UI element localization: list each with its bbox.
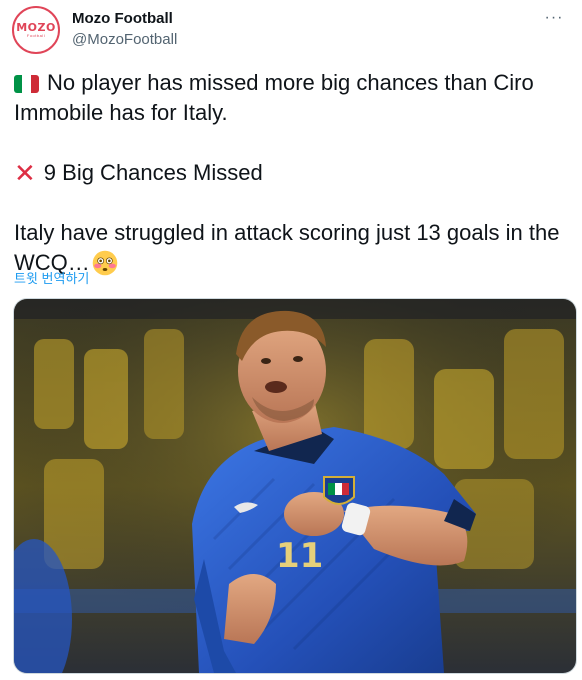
tweet-text: No player has missed more big chances th… [14,68,570,278]
avatar[interactable]: MOZO Football [12,6,60,54]
tweet-line-3: Italy have struggled in attack scoring j… [14,218,570,278]
player-photo-image: 11 [14,299,576,673]
flushed-face-icon [92,250,118,276]
italy-flag-icon [14,75,39,93]
tweet-line-1-text: No player has missed more big chances th… [14,70,534,125]
avatar-logo-subtext: Football [26,33,46,38]
avatar-logo-text: MOZO [16,21,56,34]
tweet: MOZO Football Mozo Football @MozoFootbal… [0,0,582,680]
cross-mark-icon: ✕ [14,158,36,188]
author-handle[interactable]: @MozoFootball [72,31,177,48]
jersey-number: 11 [276,536,323,576]
tweet-line-2: ✕ 9 Big Chances Missed [14,158,570,188]
translate-tweet-link[interactable]: 트윗 번역하기 [14,268,89,287]
more-options-button[interactable]: ··· [540,6,568,30]
italy-crest-icon [323,476,355,505]
tweet-line-1: No player has missed more big chances th… [14,68,570,128]
author-name[interactable]: Mozo Football [72,10,173,27]
more-icon: ··· [544,9,564,26]
tweet-line-2-text: 9 Big Chances Missed [43,160,263,185]
tweet-photo[interactable]: 11 [13,298,577,674]
